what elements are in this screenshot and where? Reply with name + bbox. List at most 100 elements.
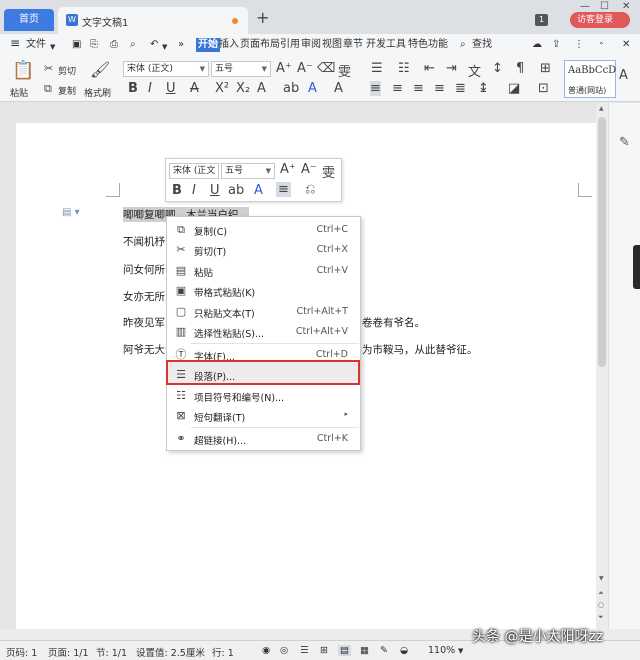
format-painter-icon[interactable]: 🖌 bbox=[90, 60, 110, 79]
paste-icon[interactable]: 📋 bbox=[12, 60, 34, 81]
undo-menu-chevron-icon[interactable]: ▼ bbox=[162, 40, 167, 54]
align-left-icon[interactable]: ≡ bbox=[370, 81, 381, 96]
menu-page-layout[interactable]: 页面布局 bbox=[240, 38, 280, 52]
scroll-up-icon[interactable]: ▲ bbox=[599, 105, 604, 112]
copy-button[interactable]: 复制 bbox=[58, 84, 76, 97]
menu-review[interactable]: 审阅 bbox=[301, 38, 321, 52]
justify-icon[interactable]: ≡ bbox=[434, 81, 445, 96]
cut-icon[interactable]: ✂ bbox=[44, 62, 53, 75]
menu-item-paste-with-format[interactable]: ▣ 带格式粘贴(K) bbox=[168, 281, 360, 301]
char-shading-icon[interactable]: A bbox=[334, 81, 343, 96]
text-effect-icon[interactable]: A bbox=[257, 81, 266, 96]
eye-icon[interactable]: ◒ bbox=[400, 645, 408, 656]
mini-underline-icon[interactable]: U bbox=[210, 183, 220, 198]
sort-icon[interactable]: ↕ bbox=[492, 61, 503, 76]
preview-icon[interactable]: ⌕ bbox=[130, 38, 136, 52]
align-right-icon[interactable]: ≡ bbox=[413, 81, 424, 96]
increase-indent-icon[interactable]: ⇥ bbox=[446, 61, 457, 76]
bold-icon[interactable]: B bbox=[128, 81, 138, 96]
new-tab-plus-icon[interactable]: + bbox=[256, 8, 269, 27]
read-view-icon[interactable]: ▦ bbox=[360, 645, 369, 656]
mini-font-color-icon[interactable]: A bbox=[254, 183, 263, 198]
scroll-thumb[interactable] bbox=[598, 117, 606, 367]
distribute-icon[interactable]: ≣ bbox=[455, 81, 466, 96]
vertical-scrollbar[interactable]: ▲ ▼ ⏶ ○ ⏷ bbox=[596, 103, 608, 629]
outline-view-icon[interactable]: ☰ bbox=[300, 645, 309, 656]
close-ribbon-icon[interactable]: ✕ bbox=[622, 38, 630, 52]
maximize-icon[interactable]: ☐ bbox=[600, 1, 609, 12]
mini-highlight-icon[interactable]: ab bbox=[228, 183, 244, 198]
pen-icon[interactable]: ✎ bbox=[619, 135, 630, 150]
proofread-icon[interactable]: ◉ bbox=[262, 645, 270, 656]
menu-start[interactable]: 开始 bbox=[196, 38, 220, 52]
paragraph-handle-icon[interactable]: ▤ ▾ bbox=[62, 207, 80, 218]
shrink-font-icon[interactable]: A⁻ bbox=[297, 61, 313, 76]
doc-line-5-tail[interactable]: 卷卷有爷名。 bbox=[362, 315, 425, 330]
minimize-icon[interactable]: — bbox=[580, 1, 590, 12]
phonetic-icon[interactable]: 雯 bbox=[338, 61, 351, 80]
zoom-chevron-icon[interactable]: ▼ bbox=[458, 647, 463, 655]
strikethrough-icon[interactable]: A bbox=[190, 81, 199, 96]
share-icon[interactable]: ⇪ bbox=[552, 38, 560, 52]
show-marks-icon[interactable]: ¶ bbox=[516, 61, 524, 76]
next-page-icon[interactable]: ⏷ bbox=[598, 613, 604, 622]
tab-document[interactable]: W 文字文稿1 bbox=[58, 7, 248, 34]
side-tab-handle[interactable] bbox=[633, 245, 640, 289]
decrease-indent-icon[interactable]: ⇤ bbox=[424, 61, 435, 76]
close-window-icon[interactable]: ✕ bbox=[622, 1, 630, 12]
doc-line-5[interactable]: 昨夜见军 bbox=[123, 315, 165, 330]
menu-item-paragraph[interactable]: ☰ 段落(P)... bbox=[168, 365, 360, 385]
more-icon[interactable]: ⋮ bbox=[574, 38, 584, 52]
style-normal-web[interactable]: AaBbCcD 普通(网站) bbox=[564, 60, 616, 98]
font-color-icon[interactable]: A bbox=[308, 81, 317, 96]
more-chevrons-icon[interactable]: » bbox=[178, 38, 184, 52]
font-size-select[interactable]: 五号 ▼ bbox=[211, 61, 271, 77]
grow-font-icon[interactable]: A⁺ bbox=[276, 61, 292, 76]
collapse-ribbon-icon[interactable]: ⌃ bbox=[598, 39, 605, 53]
mini-bold-icon[interactable]: B bbox=[172, 183, 182, 198]
menu-item-paste[interactable]: ▤ 粘贴 Ctrl+V bbox=[168, 261, 360, 281]
shading-icon[interactable]: ◪ bbox=[508, 81, 520, 96]
eye-protect-icon[interactable]: ◎ bbox=[280, 645, 288, 656]
underline-icon[interactable]: U bbox=[166, 81, 176, 96]
prev-page-icon[interactable]: ⏶ bbox=[598, 589, 604, 598]
print-icon[interactable]: ⎙ bbox=[110, 38, 118, 52]
clear-format-icon[interactable]: ⌫ bbox=[317, 61, 335, 76]
page-view-icon[interactable]: ▤ bbox=[338, 645, 351, 656]
menu-file[interactable]: 文件 bbox=[26, 38, 46, 52]
zoom-level[interactable]: 110% bbox=[428, 645, 455, 656]
menu-item-hyperlink[interactable]: ⚭ 超链接(H)... Ctrl+K bbox=[168, 429, 360, 449]
chinese-layout-icon[interactable]: 文 bbox=[468, 61, 481, 80]
copy-icon[interactable]: ⧉ bbox=[44, 82, 52, 96]
mini-font-name-select[interactable]: 宋体 (正文 bbox=[169, 163, 219, 179]
menu-item-bullets-numbering[interactable]: ☷ 项目符号和编号(N)... bbox=[168, 386, 360, 406]
window-count-badge[interactable]: 1 bbox=[535, 14, 548, 26]
chevron-down-icon[interactable]: ▼ bbox=[50, 40, 55, 54]
search-icon[interactable]: ⌕ bbox=[460, 38, 466, 52]
save-icon[interactable]: ▣ bbox=[72, 38, 81, 52]
web-view-icon[interactable]: ⊞ bbox=[320, 645, 328, 656]
menu-item-paste-text-only[interactable]: ▢ 只粘贴文本(T) Ctrl+Alt+T bbox=[168, 302, 360, 322]
mini-align-icon[interactable]: ≡ bbox=[276, 182, 291, 197]
mini-font-size-select[interactable]: 五号 ▼ bbox=[221, 163, 275, 179]
menu-insert[interactable]: 插入 bbox=[219, 38, 239, 52]
font-name-select[interactable]: 宋体 (正文) ▼ bbox=[123, 61, 209, 77]
cut-button[interactable]: 剪切 bbox=[58, 64, 76, 77]
numbering-icon[interactable]: ☷ bbox=[398, 61, 410, 76]
subscript-icon[interactable]: X₂ bbox=[236, 81, 250, 96]
doc-line-3[interactable]: 问女何所 bbox=[123, 262, 165, 277]
menu-item-paste-special[interactable]: ▥ 选择性粘贴(S)... Ctrl+Alt+V bbox=[168, 322, 360, 342]
menu-item-translate[interactable]: ⊠ 短句翻译(T) ▸ bbox=[168, 406, 360, 426]
format-painter-button[interactable]: 格式刷 bbox=[84, 86, 111, 99]
borders-icon[interactable]: ⊡ bbox=[538, 81, 549, 96]
mini-phonetic-icon[interactable]: 雯 bbox=[322, 162, 335, 181]
line-spacing-icon[interactable]: ↨ bbox=[478, 81, 489, 96]
menu-item-cut[interactable]: ✂ 剪切(T) Ctrl+X bbox=[168, 240, 360, 260]
menu-reference[interactable]: 引用 bbox=[280, 38, 300, 52]
paste-button[interactable]: 粘贴 bbox=[10, 86, 28, 99]
menu-developer[interactable]: 开发工具 bbox=[366, 38, 406, 52]
menu-chapter[interactable]: 章节 bbox=[343, 38, 363, 52]
doc-line-4[interactable]: 女亦无所 bbox=[123, 289, 165, 304]
menu-view[interactable]: 视图 bbox=[322, 38, 342, 52]
mini-grow-font-icon[interactable]: A⁺ bbox=[280, 162, 296, 177]
